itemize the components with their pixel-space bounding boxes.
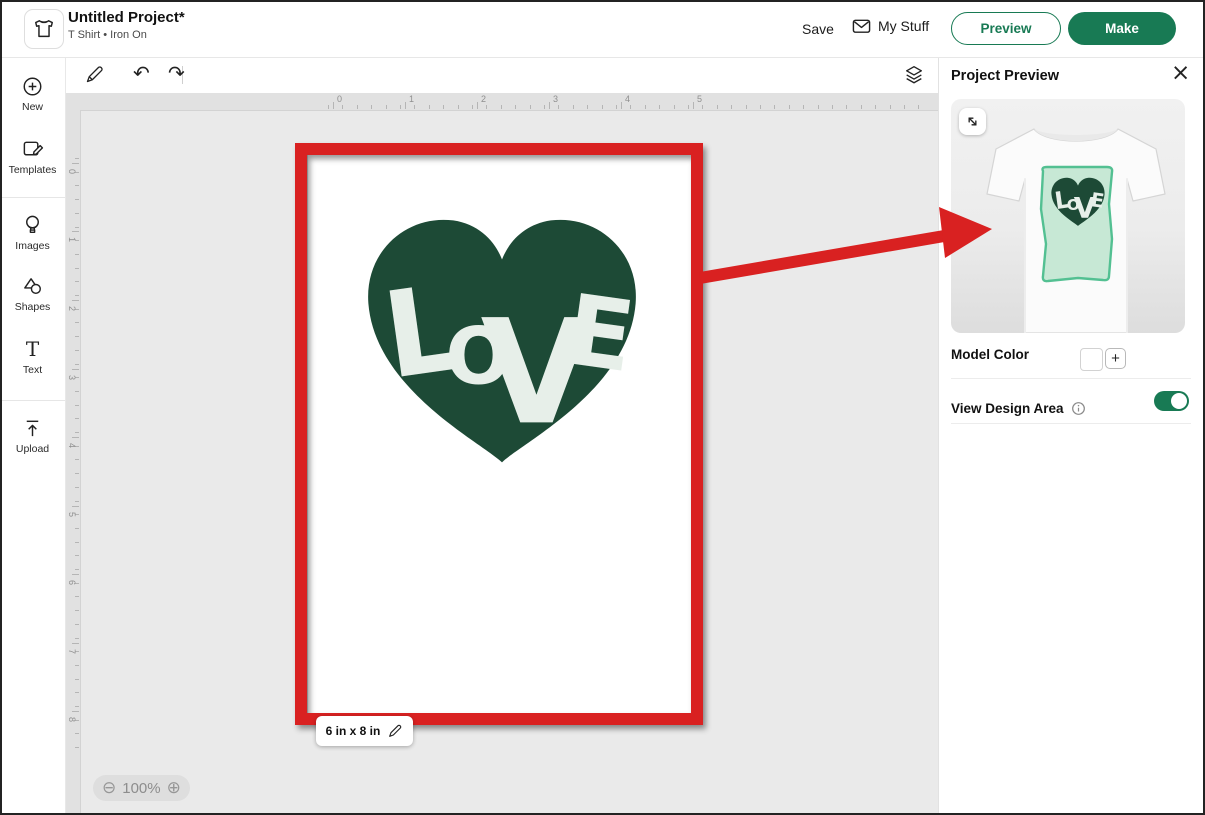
save-button[interactable]: Save	[802, 21, 834, 37]
project-subtitle: T Shirt • Iron On	[68, 30, 185, 41]
text-icon: T	[0, 338, 65, 361]
panel-divider	[951, 423, 1191, 424]
ruler-horizontal: 012345	[80, 93, 938, 111]
project-preview-panel: Project Preview × L O V E	[938, 57, 1205, 815]
sidebar-item-upload[interactable]: Upload	[0, 417, 65, 455]
panel-title: Project Preview	[951, 68, 1059, 84]
model-color-row: Model Color +	[951, 346, 1193, 380]
my-stuff-label: My Stuff	[878, 18, 929, 34]
zoom-level: 100%	[122, 780, 160, 797]
left-sidebar: New Templates Images Sh	[0, 57, 66, 815]
envelope-icon	[852, 18, 871, 34]
top-bar: Untitled Project* T Shirt • Iron On Save…	[0, 0, 1205, 58]
sidebar-label-images: Images	[0, 240, 65, 252]
sidebar-item-shapes[interactable]: Shapes	[0, 275, 65, 313]
sidebar-item-text[interactable]: T Text	[0, 338, 65, 376]
edit-size-pencil-icon[interactable]	[387, 723, 403, 739]
ruler-vertical: 012345678	[65, 110, 81, 815]
expand-icon	[965, 114, 980, 129]
sidebar-label-upload: Upload	[0, 443, 65, 455]
sidebar-item-images[interactable]: Images	[0, 213, 65, 252]
model-color-label: Model Color	[951, 347, 1029, 362]
artboard-size-label: 6 in x 8 in	[326, 724, 381, 738]
love-heart-design[interactable]: L O V E	[345, 198, 659, 476]
tshirt-icon	[33, 18, 55, 40]
project-title: Untitled Project*	[68, 10, 185, 25]
panel-divider	[951, 378, 1191, 379]
tshirt-mockup: L O V E	[951, 99, 1185, 333]
templates-icon	[0, 138, 65, 161]
sidebar-divider	[0, 197, 65, 198]
zoom-in-button[interactable]: ⊕	[167, 780, 181, 797]
sidebar-label-new: New	[0, 101, 65, 113]
info-icon[interactable]	[1071, 401, 1086, 416]
undo-icon[interactable]: ↶	[133, 63, 150, 83]
sidebar-divider	[0, 400, 65, 401]
images-icon	[0, 213, 65, 237]
tshirt-preview-card: L O V E	[951, 99, 1185, 333]
artboard-size-chip[interactable]: 6 in x 8 in	[316, 716, 413, 746]
model-color-swatch[interactable]	[1080, 348, 1103, 371]
shapes-icon	[0, 275, 65, 298]
sidebar-item-templates[interactable]: Templates	[0, 138, 65, 176]
close-icon[interactable]: ×	[1171, 62, 1190, 85]
expand-preview-button[interactable]	[959, 108, 986, 135]
view-design-area-label: View Design Area	[951, 401, 1064, 416]
ruler-corner	[65, 93, 80, 110]
make-button[interactable]: Make	[1068, 12, 1176, 45]
layers-icon[interactable]	[903, 63, 925, 86]
home-logo-button[interactable]	[24, 9, 64, 49]
sidebar-item-new[interactable]: New	[0, 75, 65, 113]
zoom-out-button[interactable]: ⊖	[102, 780, 116, 797]
sidebar-label-shapes: Shapes	[0, 301, 65, 313]
sidebar-label-text: Text	[0, 364, 65, 376]
pencil-icon[interactable]	[84, 64, 105, 85]
zoom-control: ⊖ 100% ⊕	[93, 775, 190, 801]
my-stuff-button[interactable]: My Stuff	[852, 18, 929, 34]
add-color-button[interactable]: +	[1105, 348, 1126, 369]
upload-icon	[0, 417, 65, 440]
view-design-area-toggle[interactable]	[1154, 391, 1189, 411]
new-plus-icon	[0, 75, 65, 98]
sidebar-label-templates: Templates	[0, 164, 65, 176]
redo-icon[interactable]: ↷	[168, 63, 185, 83]
toggle-knob	[1171, 393, 1187, 409]
canvas-toolbar: ↶ ↷	[65, 57, 938, 93]
preview-button[interactable]: Preview	[951, 12, 1061, 45]
project-title-block: Untitled Project* T Shirt • Iron On	[68, 10, 185, 41]
view-design-area-row: View Design Area	[951, 391, 1193, 425]
